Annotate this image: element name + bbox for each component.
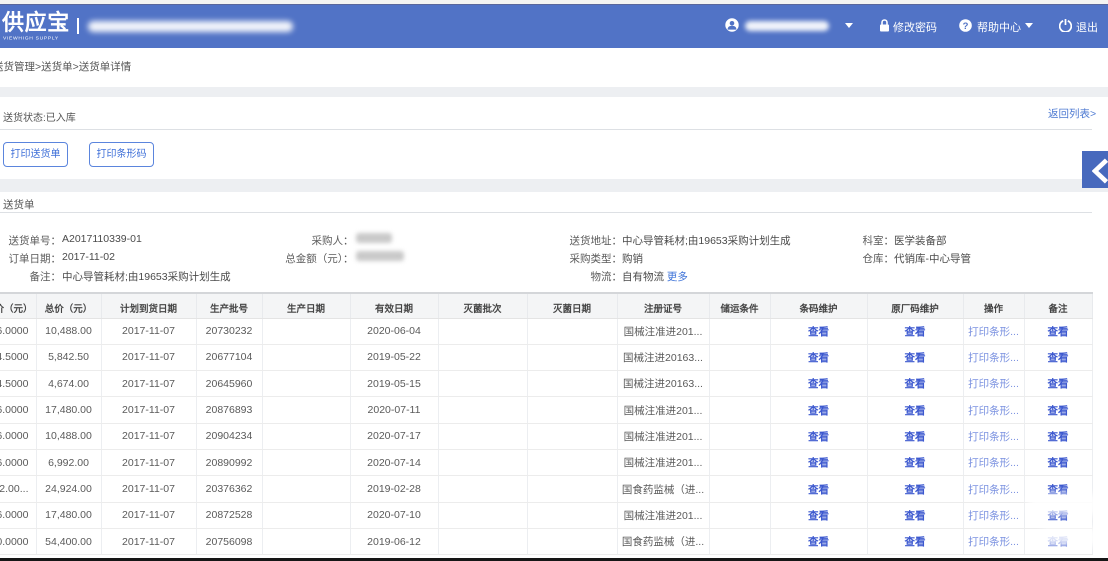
svg-text:?: ? bbox=[963, 21, 969, 32]
